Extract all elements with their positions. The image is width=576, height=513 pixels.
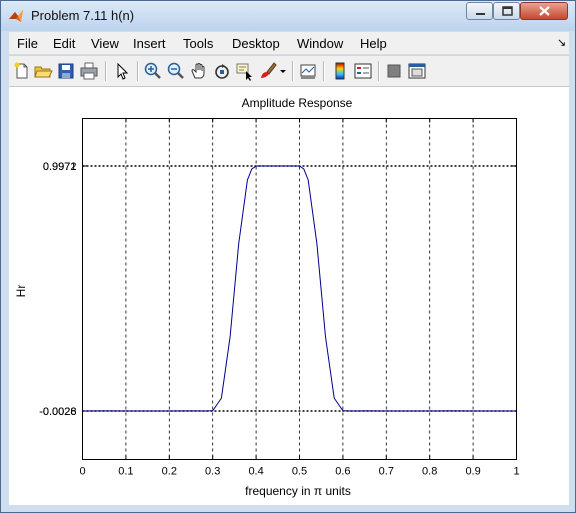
- x-tick-label: 0.5: [292, 466, 307, 478]
- figure-canvas: Amplitude Response 0 0.1 0.2 0.3 0.4 0.5 0.6 0.…: [9, 87, 569, 505]
- close-icon: [539, 6, 550, 16]
- matlab-logo-icon: [9, 10, 23, 22]
- x-tick-label: 0.4: [248, 466, 263, 478]
- colorbar-icon[interactable]: [330, 61, 350, 81]
- minimize-icon: [476, 13, 485, 15]
- y-tick-label-overlap: -0.0026: [39, 406, 76, 418]
- x-tick-label: 0.8: [422, 466, 437, 478]
- print-icon[interactable]: [79, 61, 99, 81]
- x-axis-label: frequency in π units: [245, 484, 351, 498]
- minimize-button[interactable]: [466, 2, 493, 20]
- x-tick-label: 0.2: [162, 466, 177, 478]
- rotate-3d-icon[interactable]: [212, 61, 232, 81]
- link-plot-icon[interactable]: [298, 61, 318, 81]
- toolbar-separator: [137, 61, 139, 81]
- show-plot-tools-icon[interactable]: [407, 61, 427, 81]
- x-tick-label: 0.7: [379, 466, 394, 478]
- window-title: Problem 7.11 h(n): [31, 8, 135, 23]
- menu-edit[interactable]: Edit: [53, 36, 75, 51]
- menu-desktop[interactable]: Desktop: [232, 36, 280, 51]
- menu-view[interactable]: View: [91, 36, 119, 51]
- legend-icon[interactable]: [353, 61, 373, 81]
- menu-bar: File Edit View Insert Tools Desktop Wind…: [9, 32, 569, 54]
- menu-help[interactable]: Help: [360, 36, 387, 51]
- x-tick-label: 0.3: [205, 466, 220, 478]
- x-tick-label: 0.1: [118, 466, 133, 478]
- figure-window: Problem 7.11 h(n) File Edit View Insert …: [0, 0, 576, 513]
- y-axis-label: Hr: [14, 285, 28, 298]
- new-figure-icon[interactable]: [12, 61, 32, 81]
- menu-insert[interactable]: Insert: [133, 36, 166, 51]
- open-file-icon[interactable]: [33, 61, 53, 81]
- brush-icon[interactable]: [258, 61, 278, 81]
- pan-hand-icon[interactable]: [189, 61, 209, 81]
- menu-tools[interactable]: Tools: [183, 36, 213, 51]
- close-button[interactable]: [520, 2, 568, 20]
- hide-plot-tools-icon[interactable]: [384, 61, 404, 81]
- toolbar-separator: [105, 61, 107, 81]
- toolbar-separator: [378, 61, 380, 81]
- x-tick-label: 0: [79, 466, 85, 478]
- title-bar[interactable]: Problem 7.11 h(n): [1, 1, 575, 31]
- amplitude-response-plot[interactable]: Amplitude Response 0 0.1 0.2 0.3 0.4 0.5 0.6 0.…: [9, 87, 569, 505]
- maximize-icon: [502, 6, 513, 16]
- toolbar-separator: [323, 61, 325, 81]
- y-tick-label-overlap: 0.9971: [43, 161, 77, 173]
- menu-file[interactable]: File: [17, 36, 38, 51]
- x-tick-label: 0.6: [335, 466, 350, 478]
- chevron-down-icon[interactable]: [278, 61, 288, 81]
- data-cursor-icon[interactable]: [235, 61, 255, 81]
- chart-title: Amplitude Response: [242, 96, 353, 110]
- zoom-out-icon[interactable]: [166, 61, 186, 81]
- save-icon[interactable]: [56, 61, 76, 81]
- edit-plot-arrow-icon[interactable]: [112, 61, 132, 81]
- x-tick-label: 0.9: [465, 466, 480, 478]
- figure-toolbar: [9, 55, 569, 87]
- dock-figure-button[interactable]: ↘: [557, 36, 566, 49]
- zoom-in-icon[interactable]: [143, 61, 163, 81]
- x-tick-label: 1: [513, 466, 519, 478]
- menu-window[interactable]: Window: [297, 36, 343, 51]
- maximize-button[interactable]: [493, 2, 520, 20]
- toolbar-separator: [292, 61, 294, 81]
